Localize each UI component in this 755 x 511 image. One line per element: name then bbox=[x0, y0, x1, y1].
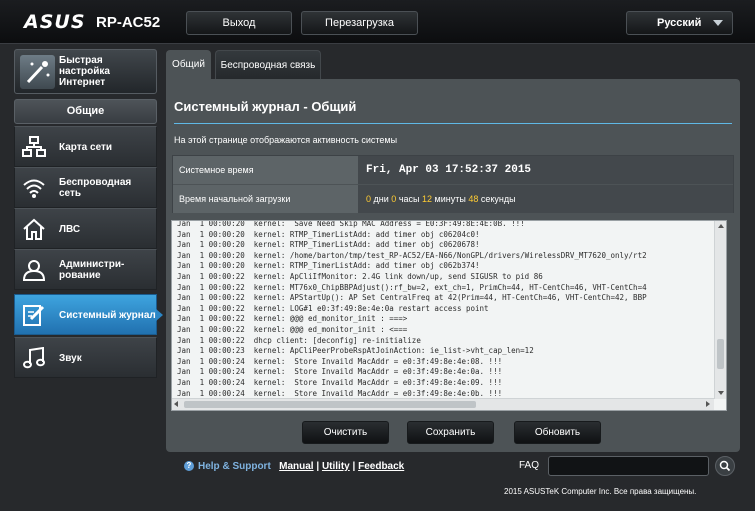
sidebar-section-general: Общие bbox=[14, 99, 157, 124]
system-time-label: Системное время bbox=[173, 156, 358, 184]
page-description: На этой странице отображаются активность… bbox=[174, 135, 398, 145]
help-support: ? Help & Support Manual | Utility | Feedb… bbox=[184, 461, 404, 472]
logout-button[interactable]: Выход bbox=[186, 11, 292, 35]
log-line: Jan 1 00:00:24 kernel: Store Invaild Mac… bbox=[177, 377, 503, 387]
save-button[interactable]: Сохранить bbox=[407, 421, 494, 444]
scroll-down-icon[interactable] bbox=[718, 391, 724, 395]
quick-setup-label: Быстрая настройка Интернет bbox=[59, 55, 110, 88]
faq-search-input[interactable] bbox=[548, 456, 709, 476]
network-map-icon bbox=[22, 136, 46, 157]
log-line: Jan 1 00:00:24 kernel: Store Invaild Mac… bbox=[177, 356, 503, 366]
sidebar-item-system-log[interactable]: Системный журнал bbox=[14, 294, 163, 335]
uptime-minutes: 12 bbox=[422, 194, 433, 204]
tab-general[interactable]: Общий bbox=[166, 50, 211, 79]
uptime-seconds: 48 bbox=[468, 194, 479, 204]
administration-icon bbox=[22, 260, 46, 281]
log-line: Jan 1 00:00:22 kernel: ApCliIfMonitor: 2… bbox=[177, 271, 543, 281]
horizontal-scrollbar[interactable] bbox=[172, 398, 714, 410]
uptime-hours: 0 bbox=[391, 194, 397, 204]
system-time-value: Fri, Apr 03 17:52:37 2015 bbox=[358, 156, 733, 184]
sidebar-item-wireless[interactable]: Беспроводная сеть bbox=[14, 167, 157, 208]
sidebar-item-label: Беспроводная сеть bbox=[59, 177, 132, 199]
vertical-scroll-thumb[interactable] bbox=[717, 339, 724, 369]
page-title: Системный журнал - Общий bbox=[174, 99, 357, 114]
uptime-seconds-unit: секунды bbox=[480, 194, 516, 204]
uptime-days: 0 bbox=[366, 194, 372, 204]
utility-link[interactable]: Utility bbox=[322, 461, 350, 472]
uptime-label: Время начальной загрузки bbox=[173, 185, 358, 213]
main-panel: Системный журнал - Общий На этой страниц… bbox=[166, 79, 740, 452]
log-line: Jan 1 00:00:20 kernel: /home/barton/tmp/… bbox=[177, 250, 647, 260]
quick-internet-setup-button[interactable]: Быстрая настройка Интернет bbox=[14, 49, 157, 94]
log-line: Jan 1 00:00:22 dhcp client: [deconfig] r… bbox=[177, 335, 421, 345]
sidebar-item-network-map[interactable]: Карта сети bbox=[14, 126, 157, 167]
feedback-link[interactable]: Feedback bbox=[358, 461, 404, 472]
link-separator: | bbox=[316, 461, 320, 472]
sidebar-item-label: Карта сети bbox=[59, 142, 113, 153]
top-bar: ASUS RP-AC52 Выход Перезагрузка Русский bbox=[0, 0, 755, 44]
chevron-down-icon bbox=[713, 20, 723, 26]
vertical-scrollbar[interactable] bbox=[714, 221, 726, 399]
magic-wand-icon bbox=[20, 55, 55, 89]
tab-wireless[interactable]: Беспроводная связь bbox=[215, 50, 321, 79]
faq-search-button[interactable] bbox=[715, 456, 735, 476]
language-value: Русский bbox=[657, 17, 702, 29]
sidebar-item-label: Системный журнал bbox=[59, 310, 156, 321]
sidebar-item-lan[interactable]: ЛВС bbox=[14, 208, 157, 249]
help-support-label: Help & Support bbox=[198, 461, 271, 472]
system-log-icon bbox=[23, 305, 45, 326]
log-line: Jan 1 00:00:22 kernel: LOG#1 e0:3f:49:8e… bbox=[177, 303, 489, 313]
copyright-text: 2015 ASUSTeK Computer Inc. Все права защ… bbox=[504, 487, 697, 496]
log-lines: Jan 1 00:00:20 kernel: Save Need Skip MA… bbox=[177, 220, 712, 399]
uptime-days-unit: дни bbox=[373, 194, 389, 204]
log-line: Jan 1 00:00:22 kernel: APStartUp(): AP S… bbox=[177, 293, 647, 303]
scroll-right-icon[interactable] bbox=[706, 401, 710, 407]
sidebar-item-label: ЛВС bbox=[59, 224, 81, 235]
clear-button[interactable]: Очистить bbox=[302, 421, 389, 444]
sidebar-item-label: Администри-рование bbox=[59, 259, 125, 281]
sound-icon bbox=[23, 347, 45, 369]
sidebar-item-label: Звук bbox=[59, 353, 82, 364]
lan-home-icon bbox=[23, 218, 45, 240]
sidebar-item-sound[interactable]: Звук bbox=[14, 337, 157, 378]
model-name: RP-AC52 bbox=[96, 14, 161, 31]
system-time-row: Системное время Fri, Apr 03 17:52:37 201… bbox=[173, 156, 733, 184]
reboot-button[interactable]: Перезагрузка bbox=[301, 11, 418, 35]
system-info-table: Системное время Fri, Apr 03 17:52:37 201… bbox=[172, 155, 734, 213]
title-divider bbox=[174, 123, 732, 124]
log-line: Jan 1 00:00:20 kernel: Save Need Skip MA… bbox=[177, 220, 525, 228]
manual-link[interactable]: Manual bbox=[279, 461, 313, 472]
asus-logo: ASUS bbox=[24, 11, 86, 33]
language-select[interactable]: Русский bbox=[626, 11, 733, 35]
scroll-left-icon[interactable] bbox=[174, 401, 178, 407]
search-icon bbox=[719, 460, 731, 472]
horizontal-scroll-thumb[interactable] bbox=[184, 401, 476, 408]
faq-label: FAQ bbox=[519, 460, 540, 471]
refresh-button[interactable]: Обновить bbox=[514, 421, 601, 444]
help-icon: ? bbox=[184, 461, 194, 472]
wireless-icon bbox=[23, 179, 45, 198]
log-line: Jan 1 00:00:20 kernel: RTMP_TimerListAdd… bbox=[177, 261, 480, 271]
link-separator: | bbox=[352, 461, 356, 472]
uptime-row: Время начальной загрузки 0 дни 0 часы 12… bbox=[173, 185, 733, 213]
uptime-hours-unit: часы bbox=[398, 194, 420, 204]
sidebar-item-administration[interactable]: Администри-рование bbox=[14, 249, 157, 290]
log-line: Jan 1 00:00:23 kernel: ApCliPeerProbeRsp… bbox=[177, 346, 534, 356]
log-line: Jan 1 00:00:20 kernel: RTMP_TimerListAdd… bbox=[177, 240, 480, 250]
scroll-up-icon[interactable] bbox=[718, 224, 724, 228]
log-line: Jan 1 00:00:22 kernel: @@@ ed_monitor_in… bbox=[177, 324, 408, 334]
uptime-value: 0 дни 0 часы 12 минуты 48 секунды bbox=[358, 185, 733, 213]
log-line: Jan 1 00:00:24 kernel: Store Invaild Mac… bbox=[177, 367, 503, 377]
log-line: Jan 1 00:00:22 kernel: @@@ ed_monitor_in… bbox=[177, 314, 408, 324]
uptime-minutes-unit: минуты bbox=[434, 194, 466, 204]
log-line: Jan 1 00:00:22 kernel: MT76x0_ChipBBPAdj… bbox=[177, 282, 647, 292]
log-line: Jan 1 00:00:20 kernel: RTMP_TimerListAdd… bbox=[177, 229, 480, 239]
system-log-textarea[interactable]: Jan 1 00:00:20 kernel: Save Need Skip MA… bbox=[171, 220, 727, 411]
